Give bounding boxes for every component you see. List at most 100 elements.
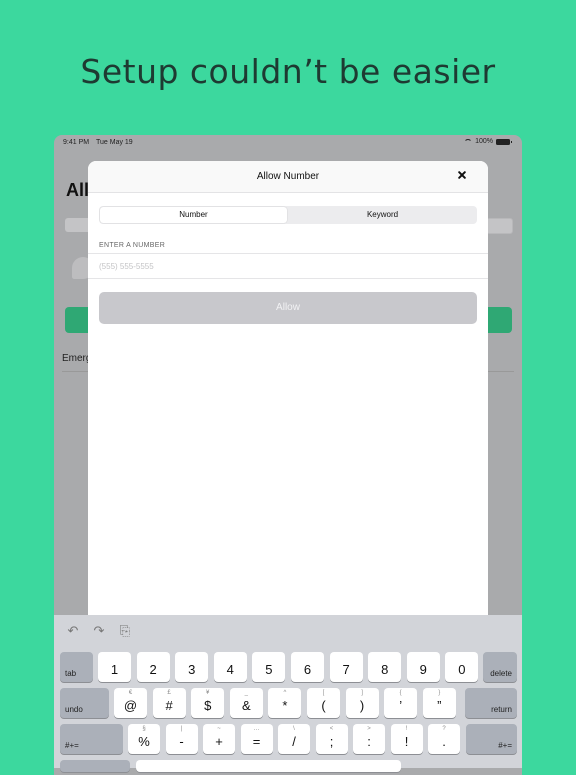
key-label: /: [292, 734, 296, 749]
key-8[interactable]: 8: [368, 652, 402, 682]
modal-header: Allow Number: [88, 161, 488, 193]
keyboard: ↶ ↷ ⎘ tab 1 2 3 4 5 6 7 8 9 0 delete undo € @ £ # ¥ $ _ & ^ *[…: [54, 615, 522, 772]
tab-number[interactable]: Number: [100, 207, 287, 223]
key-label: return: [491, 705, 512, 714]
key-label: ”: [437, 698, 442, 713]
key-symbol[interactable]: £ #: [152, 688, 186, 718]
key-alt-label: ~: [217, 726, 221, 732]
key-label: -: [179, 734, 184, 749]
key-label: tab: [65, 669, 77, 678]
key-3[interactable]: 3: [175, 652, 209, 682]
key-symbol[interactable]: >:: [353, 724, 385, 754]
key-label: ’: [399, 698, 403, 713]
close-icon[interactable]: [454, 167, 470, 183]
key-9[interactable]: 9: [406, 652, 440, 682]
key-label: *: [282, 698, 288, 713]
key-alt-label: ]: [361, 690, 363, 696]
key-label: ;: [329, 734, 334, 749]
key-label: 8: [381, 662, 389, 677]
key-label: #: [165, 698, 173, 713]
key-symbol[interactable]: ?.: [428, 724, 460, 754]
key-alt-label: …: [253, 726, 260, 732]
key-alt-label: €: [128, 690, 133, 696]
key-label: +: [215, 734, 223, 749]
background-button-right: [488, 307, 512, 333]
key-label: ): [359, 698, 365, 713]
key-label: 5: [265, 662, 273, 677]
key-symbol[interactable]: | -: [165, 724, 198, 754]
number-field-label: ENTER A NUMBER: [99, 242, 166, 249]
field-divider-bottom: [88, 278, 488, 279]
key-symbol[interactable]: !!: [390, 724, 423, 754]
key-return[interactable]: return: [465, 688, 517, 718]
key-label: 1: [110, 662, 119, 677]
key-alt-label: §: [142, 726, 146, 732]
key-5[interactable]: 5: [252, 652, 286, 682]
number-input[interactable]: [99, 258, 477, 274]
undo-arrow-icon[interactable]: ↶: [66, 623, 80, 639]
key-label: 6: [303, 662, 312, 677]
key-symbol[interactable]: _ &: [229, 688, 263, 718]
wifi-icon: [464, 138, 473, 145]
key-symbol[interactable]: ¥ $: [191, 688, 225, 718]
key-alt-label: !: [405, 726, 408, 732]
key-label: @: [123, 698, 138, 713]
key-alt-label: <: [329, 726, 334, 732]
key-label: 2: [149, 662, 157, 677]
key-undo[interactable]: undo: [60, 688, 109, 718]
key-6[interactable]: 6: [291, 652, 324, 682]
background-page-title: All: [66, 180, 90, 200]
key-label: undo: [65, 705, 83, 714]
redo-arrow-icon[interactable]: ↷: [92, 623, 106, 639]
key-0[interactable]: 0: [445, 652, 479, 682]
key-symbol[interactable]: }”: [422, 688, 456, 718]
background-field-right: [486, 218, 513, 234]
key-bottom-left[interactable]: [60, 760, 130, 772]
key-space[interactable]: [136, 760, 401, 772]
battery-icon: [496, 138, 512, 145]
key-label: $: [204, 698, 212, 713]
key-alt-label: }: [438, 690, 441, 696]
key-label: .: [442, 734, 446, 749]
status-date: Tue May 19: [96, 139, 133, 146]
key-4[interactable]: 4: [213, 652, 247, 682]
key-alt-label: ?: [442, 726, 446, 732]
key-symbol[interactable]: [(: [307, 688, 340, 718]
key-more-symbols-left[interactable]: #+=: [60, 724, 123, 754]
tab-keyword[interactable]: Keyword: [289, 207, 476, 223]
key-symbol[interactable]: ]): [345, 688, 379, 718]
key-more-symbols-right[interactable]: #+=: [466, 724, 517, 754]
key-delete[interactable]: delete: [483, 652, 517, 682]
key-symbol[interactable]: ^ *: [268, 688, 302, 718]
key-label: 3: [188, 662, 196, 677]
allow-number-modal: Allow Number Number Keyword ENTER A NUMB…: [88, 161, 488, 621]
clipboard-icon[interactable]: ⎘: [118, 623, 132, 639]
key-alt-label: ¥: [206, 690, 210, 696]
key-alt-label: |: [180, 726, 183, 732]
key-alt-label: ^: [283, 690, 287, 696]
key-symbol[interactable]: € @: [114, 688, 147, 718]
key-symbol[interactable]: … =: [240, 724, 273, 754]
key-alt-label: \: [293, 726, 295, 732]
mode-segmented-control: Number Keyword: [99, 206, 477, 224]
background-button-left: [65, 307, 89, 333]
key-symbol[interactable]: <;: [315, 724, 348, 754]
allow-button[interactable]: Allow: [99, 292, 477, 324]
key-tab[interactable]: tab: [60, 652, 93, 682]
key-alt-label: {: [399, 690, 402, 696]
key-7[interactable]: 7: [329, 652, 363, 682]
key-symbol[interactable]: \ /: [278, 724, 310, 754]
key-1[interactable]: 1: [98, 652, 131, 682]
key-symbol[interactable]: {’: [384, 688, 418, 718]
key-label: %: [138, 734, 150, 749]
status-time: 9:41 PM: [63, 139, 90, 146]
key-label: 7: [342, 662, 350, 677]
field-divider-top: [88, 253, 488, 254]
key-2[interactable]: 2: [136, 652, 170, 682]
key-label: 0: [458, 662, 466, 677]
key-symbol[interactable]: §%: [128, 724, 160, 754]
key-alt-label: _: [244, 690, 248, 696]
key-alt-label: >: [367, 726, 371, 732]
key-label: #+=: [65, 741, 79, 750]
key-symbol[interactable]: ~ +: [203, 724, 235, 754]
